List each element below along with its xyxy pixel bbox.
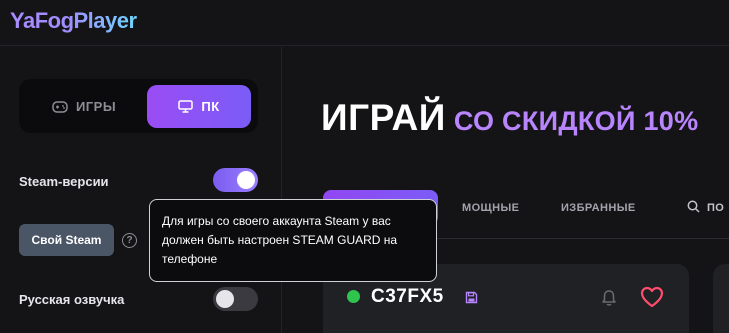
mode-games-button[interactable]: ИГРЫ: [25, 85, 143, 128]
app-logo[interactable]: YaFogPlayer: [10, 8, 137, 34]
steam-versions-label: Steam-версии: [19, 174, 109, 189]
mode-games-label: ИГРЫ: [75, 99, 117, 114]
app-root: YaFogPlayer ИГРЫ ПК Steam-версии Свой St…: [0, 0, 729, 333]
tab-search[interactable]: ПО: [687, 190, 724, 225]
online-status-dot: [347, 290, 360, 303]
server-name: C37FX5: [371, 286, 444, 307]
mode-switch: ИГРЫ ПК: [19, 79, 258, 133]
bell-icon[interactable]: [601, 289, 617, 312]
tab-favorites[interactable]: ИЗБРАННЫЕ: [561, 190, 636, 225]
own-steam-button[interactable]: Свой Steam: [19, 224, 114, 256]
help-icon[interactable]: ?: [122, 233, 137, 248]
tab-search-label: ПО: [707, 201, 725, 214]
toggle-knob: [237, 171, 255, 189]
tab-powerful[interactable]: МОЩНЫЕ: [462, 190, 519, 225]
heart-icon[interactable]: [640, 286, 664, 313]
gamepad-icon: [52, 100, 68, 113]
search-icon: [687, 200, 700, 216]
top-bar: YaFogPlayer: [0, 0, 729, 46]
mode-pc-button[interactable]: ПК: [147, 85, 251, 128]
russian-voice-label: Русская озвучка: [19, 292, 125, 307]
toggle-knob: [216, 290, 234, 308]
steam-guard-tooltip: Для игры со своего аккаунта Steam у вас …: [149, 199, 437, 282]
headline-main: ИГРАЙ: [321, 97, 446, 138]
monitor-icon: [178, 100, 194, 113]
headline-accent: СО СКИДКОЙ 10%: [453, 106, 699, 136]
steam-versions-toggle[interactable]: [213, 168, 258, 192]
promo-headline: ИГРАЙ СО СКИДКОЙ 10%: [321, 97, 698, 139]
mode-pc-label: ПК: [201, 99, 220, 114]
sidebar: ИГРЫ ПК Steam-версии Свой Steam ? Русска…: [0, 47, 282, 333]
save-icon[interactable]: [465, 291, 478, 309]
main-content: ИГРАЙ СО СКИДКОЙ 10% МОЩНЫЕ ИЗБРАННЫЕ ПО …: [283, 47, 729, 333]
russian-voice-toggle[interactable]: [213, 287, 258, 311]
server-card-partial[interactable]: [713, 264, 729, 333]
